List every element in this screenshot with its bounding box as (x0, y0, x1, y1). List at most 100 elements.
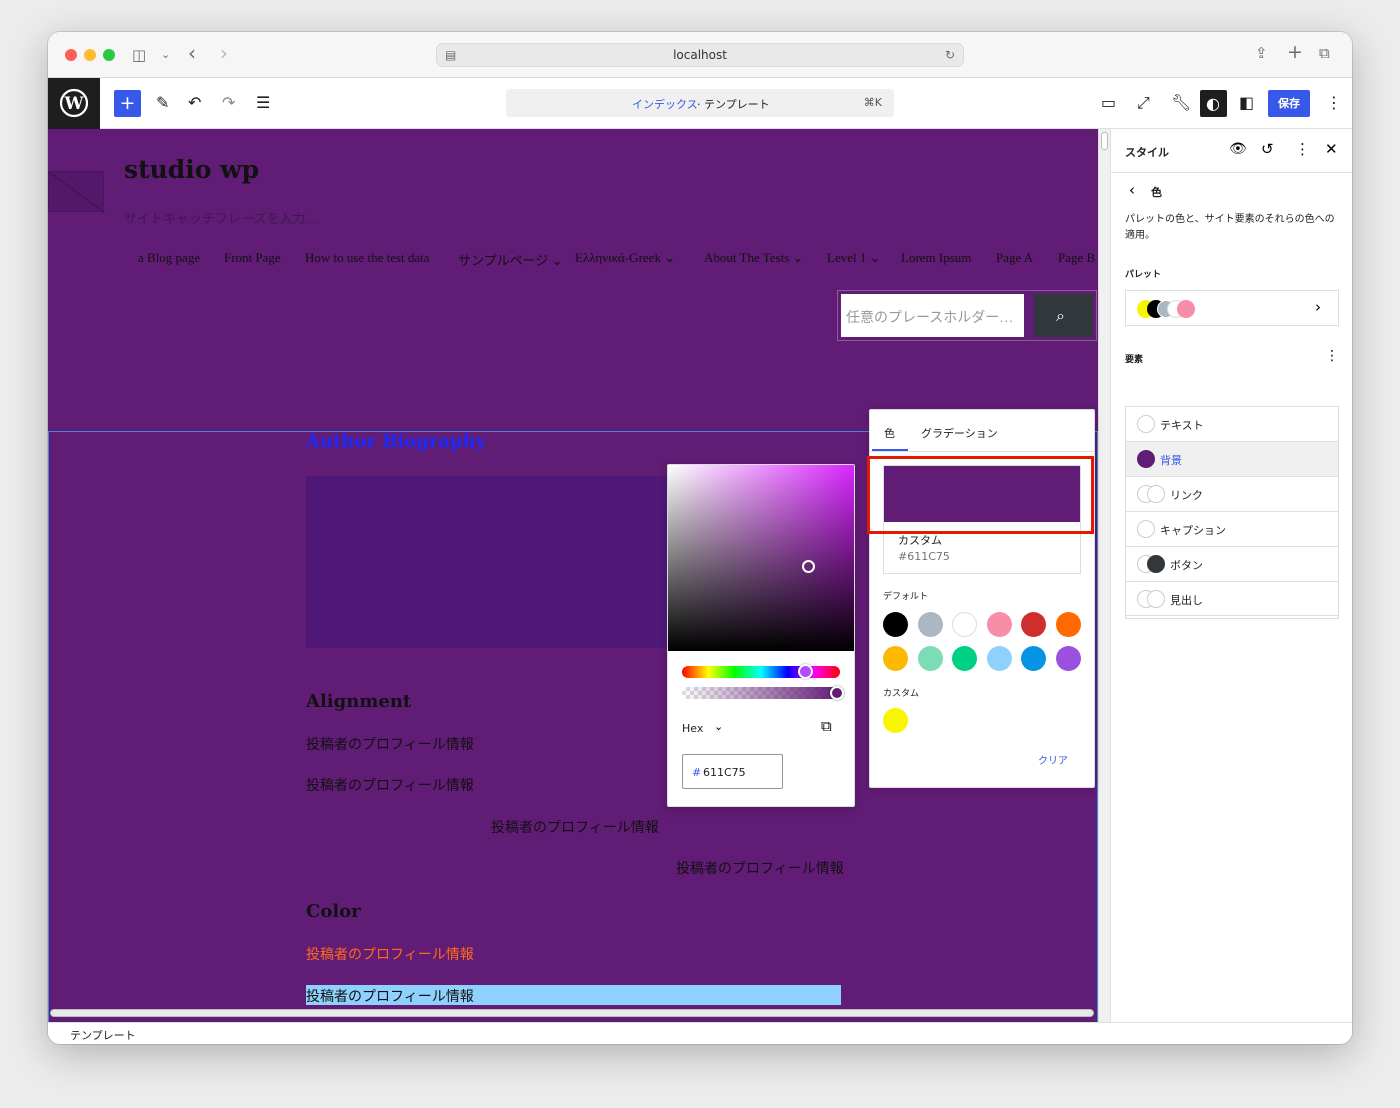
color-swatch-pale-pink[interactable] (987, 612, 1012, 637)
nav-item-test-data[interactable]: How to use the test data (305, 250, 430, 266)
nav-item-about-tests[interactable]: About The Tests ⌄ (704, 250, 803, 266)
nav-item-front-page[interactable]: Front Page (224, 250, 281, 266)
new-tab-icon[interactable]: + (1287, 43, 1303, 62)
preview-eye-icon[interactable]: 👁︎ (1229, 141, 1247, 157)
color-swatch-black[interactable] (883, 612, 908, 637)
alpha-slider-handle[interactable] (830, 686, 844, 700)
paragraph-center[interactable]: 投稿者のプロフィール情報 (491, 817, 659, 837)
default-palette-label: デフォルト (883, 592, 929, 602)
more-menu-icon[interactable]: ⋮ (1295, 140, 1310, 158)
element-button[interactable]: ボタン (1125, 546, 1339, 581)
nav-item-page-a[interactable]: Page A (996, 250, 1033, 266)
chevron-down-icon[interactable]: ⌄ (714, 720, 723, 733)
settings-sidebar-icon[interactable]: ◧ (1239, 94, 1254, 112)
canvas-scrollbar[interactable] (1098, 129, 1110, 1022)
list-view-icon[interactable]: ☰ (256, 94, 270, 112)
command-palette-bar[interactable]: インデックス · テンプレート ⌘K (506, 89, 894, 117)
wordpress-logo[interactable]: W (48, 78, 100, 129)
color-swatch-luminous-orange[interactable] (1056, 612, 1081, 637)
elements-options-icon[interactable]: ⋮ (1325, 348, 1339, 364)
tab-gradient[interactable]: グラデーション (921, 425, 998, 441)
saturation-handle[interactable] (802, 560, 815, 573)
paragraph-left-1[interactable]: 投稿者のプロフィール情報 (306, 734, 474, 754)
save-button[interactable]: 保存 (1268, 90, 1310, 117)
address-bar[interactable]: ▤ localhost ↻ (436, 43, 964, 67)
highlight-annotation-box (867, 456, 1094, 534)
site-tagline[interactable]: サイトキャッチフレーズを入力… (124, 208, 318, 227)
back-chevron-icon[interactable]: ‹ (1129, 181, 1135, 199)
tabs-overview-icon[interactable]: ⧉ (1319, 45, 1330, 61)
zoom-window-button[interactable] (103, 49, 115, 61)
color-format-select[interactable]: Hex (682, 722, 703, 735)
add-block-button[interactable]: + (114, 90, 141, 117)
paragraph-left-2[interactable]: 投稿者のプロフィール情報 (306, 775, 474, 795)
undo-icon[interactable]: ↶ (188, 94, 201, 112)
nav-item-level-1[interactable]: Level 1 ⌄ (827, 250, 881, 266)
chevron-down-icon[interactable]: ⌄ (161, 47, 170, 63)
edit-tools-icon[interactable]: ✎ (156, 94, 169, 112)
element-background[interactable]: 背景 (1125, 441, 1339, 476)
color-swatch-vivid-purple[interactable] (1056, 646, 1081, 671)
alpha-slider[interactable] (682, 686, 844, 700)
color-swatch-light-green-cyan[interactable] (918, 646, 943, 671)
palette-button[interactable]: › (1125, 290, 1339, 326)
back-icon[interactable]: ‹ (188, 43, 196, 63)
element-heading[interactable]: 見出し (1125, 581, 1339, 616)
element-link[interactable]: リンク (1125, 476, 1339, 511)
color-swatch-vivid-red[interactable] (1021, 612, 1046, 637)
redo-icon[interactable]: ↷ (222, 94, 235, 112)
minimize-window-button[interactable] (84, 49, 96, 61)
site-logo-placeholder[interactable] (48, 171, 106, 214)
share-icon[interactable]: ⇪ (1255, 45, 1268, 61)
element-caption[interactable]: キャプション (1125, 511, 1339, 546)
alignment-heading[interactable]: Alignment (306, 691, 411, 712)
nav-item-blog[interactable]: a Blog page (138, 250, 200, 266)
fullscreen-icon[interactable]: ⤢ (1137, 94, 1150, 112)
scrollbar-thumb[interactable] (1101, 132, 1108, 150)
forward-icon[interactable]: › (220, 43, 228, 63)
element-text[interactable]: テキスト (1125, 406, 1339, 441)
clear-button[interactable]: クリア (1038, 752, 1068, 767)
color-swatch-cyan-bluish-gray[interactable] (918, 612, 943, 637)
author-bio-heading[interactable]: Author Biography (306, 431, 486, 452)
paragraph-highlight-block[interactable]: 投稿者のプロフィール情報 (306, 985, 841, 1005)
styles-button[interactable]: ◐ (1200, 90, 1227, 117)
search-button[interactable]: ⌕ (1034, 294, 1093, 337)
color-swatch-vivid-cyan-blue[interactable] (1021, 646, 1046, 671)
author-image-block[interactable] (306, 476, 686, 648)
reload-icon[interactable]: ↻ (945, 47, 955, 63)
nav-item-lorem-ipsum[interactable]: Lorem Ipsum (901, 250, 971, 266)
hue-slider-handle[interactable] (798, 664, 813, 679)
hex-input[interactable]: # 611C75 (682, 754, 783, 789)
color-swatch-custom-yellow[interactable] (883, 708, 908, 733)
tools-icon[interactable]: 🔧︎ (1171, 94, 1191, 112)
chevron-right-icon: › (1315, 298, 1321, 316)
tab-color[interactable]: 色 (884, 425, 895, 441)
color-heading[interactable]: Color (306, 901, 361, 922)
saturation-area[interactable] (668, 465, 854, 651)
sidebar-toggle-icon[interactable]: ◫ (132, 47, 146, 63)
color-swatch-amber[interactable] (883, 646, 908, 671)
paragraph-orange[interactable]: 投稿者のプロフィール情報 (306, 944, 474, 964)
nav-item-greek[interactable]: Ελληνικά-Greek ⌄ (575, 250, 675, 266)
revisions-icon[interactable]: ↺ (1261, 140, 1274, 158)
desktop-preview-icon[interactable]: ▭ (1101, 94, 1116, 112)
paragraph-right[interactable]: 投稿者のプロフィール情報 (676, 858, 844, 878)
copy-icon[interactable]: ⧉ (821, 717, 832, 735)
nav-item-page-b[interactable]: Page B (1058, 250, 1095, 266)
color-swatch-vivid-green-cyan[interactable] (952, 646, 977, 671)
horizontal-scrollbar[interactable] (50, 1009, 1094, 1017)
more-options-icon[interactable]: ⋮ (1326, 94, 1342, 112)
button-bg-swatch (1147, 555, 1165, 573)
color-swatch-white[interactable] (952, 612, 977, 637)
search-input[interactable]: 任意のプレースホルダー… (841, 294, 1024, 337)
nav-item-sample-page[interactable]: サンプルページ ⌄ (458, 250, 563, 269)
breadcrumb[interactable]: テンプレート (70, 1027, 136, 1043)
close-window-button[interactable] (65, 49, 77, 61)
hue-slider[interactable] (682, 664, 840, 679)
close-icon[interactable]: ✕ (1325, 140, 1338, 158)
background-color-swatch (1137, 450, 1155, 468)
color-swatch-pale-cyan-blue[interactable] (987, 646, 1012, 671)
site-title[interactable]: studio wp (124, 155, 259, 184)
styles-sidebar: スタイル 👁︎ ↺ ⋮ ✕ ‹ 色 パレットの色と、サイト要素のそれらの色への適… (1110, 129, 1352, 1022)
